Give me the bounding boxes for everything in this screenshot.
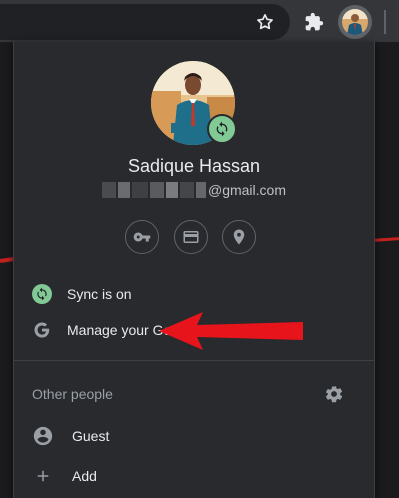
add-label: Add <box>72 468 97 484</box>
redacted-email-block <box>195 182 206 198</box>
avatar-thumbnail <box>342 9 368 35</box>
redacted-email-block <box>149 182 164 198</box>
sync-status-label: Sync is on <box>67 286 132 302</box>
toolbar-divider <box>384 10 386 34</box>
menu-divider <box>14 360 374 361</box>
annotation-arrow-icon <box>159 312 303 350</box>
redacted-email-block <box>179 182 194 198</box>
manage-people-gear-icon[interactable] <box>324 384 344 404</box>
extensions-puzzle-icon[interactable] <box>301 9 327 35</box>
redacted-email-block <box>131 182 148 198</box>
address-bar[interactable] <box>0 4 290 40</box>
addresses-button[interactable] <box>222 220 256 254</box>
guest-account-icon <box>32 425 54 447</box>
plus-icon <box>32 465 54 487</box>
location-pin-icon <box>233 229 245 245</box>
bookmark-star-icon[interactable] <box>252 9 278 35</box>
passwords-button[interactable] <box>125 220 159 254</box>
guest-profile-item[interactable]: Guest <box>14 418 374 454</box>
profile-avatar-button[interactable] <box>338 5 372 39</box>
redacted-email-block <box>101 182 116 198</box>
payment-methods-button[interactable] <box>174 220 208 254</box>
profile-email: @gmail.com <box>14 182 374 198</box>
add-profile-item[interactable]: Add <box>14 458 374 494</box>
other-people-heading: Other people <box>32 386 113 402</box>
credit-card-icon <box>183 231 199 243</box>
sync-badge-icon <box>207 114 237 144</box>
email-domain: @gmail.com <box>207 182 286 198</box>
google-g-icon <box>31 319 53 341</box>
key-icon <box>133 232 151 242</box>
sync-icon <box>31 283 53 305</box>
redacted-email-block <box>117 182 130 198</box>
guest-label: Guest <box>72 428 110 444</box>
redacted-email-block <box>165 182 178 198</box>
profile-menu-popup: Sadique Hassan @gmail.com Sync is on Man… <box>13 42 375 498</box>
browser-window: Sadique Hassan @gmail.com Sync is on Man… <box>0 0 399 498</box>
profile-name: Sadique Hassan <box>127 156 261 176</box>
browser-toolbar <box>0 0 399 42</box>
